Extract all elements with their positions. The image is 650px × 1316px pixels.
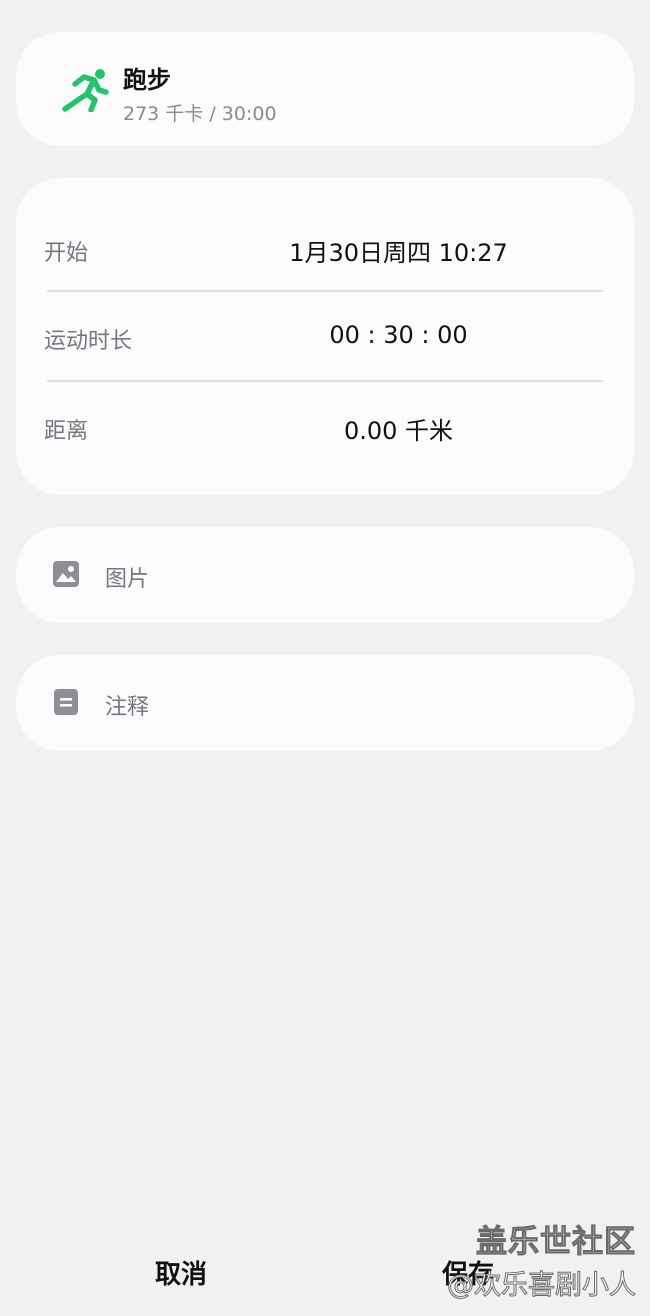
note-icon [54, 689, 78, 715]
start-label: 开始 [44, 241, 89, 266]
distance-value[interactable]: 0.00 千米 [166, 411, 631, 446]
divider [47, 380, 603, 382]
activity-summary: 273 千卡 / 30:00 [123, 103, 277, 125]
start-time-row[interactable]: 开始 1月30日周四 10:27 [16, 220, 634, 280]
activity-card[interactable]: 跑步 273 千卡 / 30:00 [16, 32, 634, 146]
duration-value[interactable]: 00 : 30 : 00 [166, 321, 631, 349]
watermark-user: @欢乐喜剧小人 [447, 1270, 637, 1302]
distance-label: 距离 [44, 419, 89, 444]
duration-label: 运动时长 [44, 329, 133, 354]
note-label: 注释 [105, 695, 150, 720]
distance-row[interactable]: 距离 0.00 千米 [16, 398, 634, 458]
details-card: 开始 1月30日周四 10:27 运动时长 00 : 30 : 00 距离 0.… [16, 178, 634, 495]
photo-label: 图片 [105, 567, 150, 592]
running-person-icon [62, 69, 109, 112]
activity-title: 跑步 [123, 66, 171, 94]
image-icon [53, 561, 79, 587]
watermark-title: 盖乐世社区 [476, 1224, 636, 1261]
add-note-card[interactable]: 注释 [16, 655, 634, 751]
divider [47, 290, 603, 292]
add-photo-card[interactable]: 图片 [16, 527, 634, 623]
cancel-button[interactable]: 取消 [155, 1254, 207, 1291]
duration-row[interactable]: 运动时长 00 : 30 : 00 [16, 308, 634, 368]
start-value[interactable]: 1月30日周四 10:27 [166, 233, 631, 268]
